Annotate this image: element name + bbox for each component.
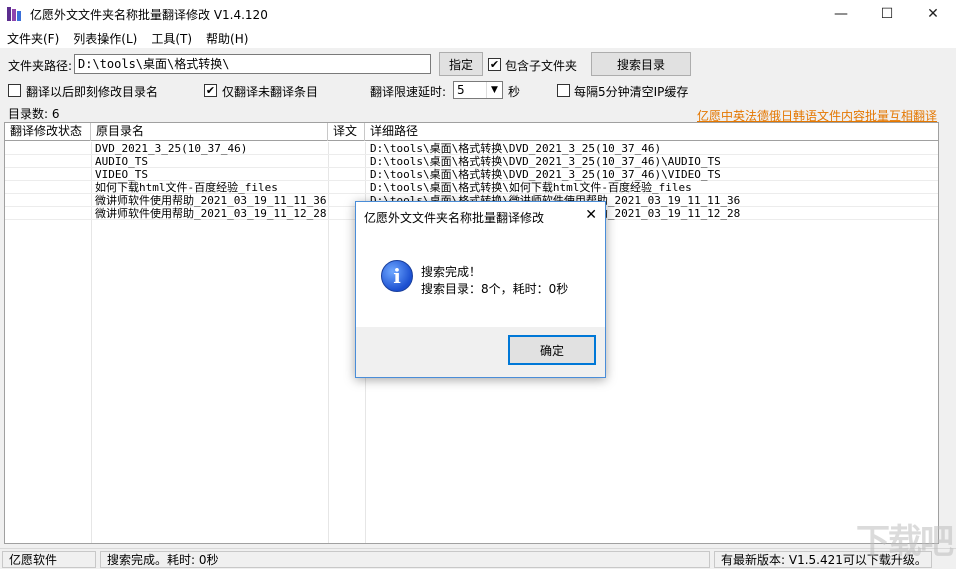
cell-status bbox=[9, 155, 89, 168]
delay-select[interactable]: 5 ▼ bbox=[453, 81, 503, 99]
only-untranslated-checkbox[interactable]: ✔ bbox=[204, 84, 217, 97]
table-row[interactable]: DVD_2021_3_25(10_37_46) D:\tools\桌面\格式转换… bbox=[5, 142, 938, 155]
title-bar: 亿愿外文文件夹名称批量翻译修改 V1.4.120 — ☐ ✕ bbox=[0, 0, 956, 28]
specify-button[interactable]: 指定 bbox=[439, 52, 483, 76]
dialog-message-line2: 搜索目录：8个，耗时：0秒 bbox=[421, 282, 569, 296]
ok-button[interactable]: 确定 bbox=[508, 335, 596, 365]
cell-status bbox=[9, 194, 89, 207]
cell-status bbox=[9, 168, 89, 181]
rename-after-checkbox[interactable] bbox=[8, 84, 21, 97]
cell-translation bbox=[332, 142, 364, 155]
window-title: 亿愿外文文件夹名称批量翻译修改 V1.4.120 bbox=[30, 7, 268, 22]
header-status[interactable]: 翻译修改状态 bbox=[5, 123, 91, 141]
status-bar: 亿愿软件 搜索完成。耗时: 0秒 有最新版本: V1.5.421可以下载升级。 bbox=[0, 548, 956, 569]
cell-name: 微讲师软件使用帮助_2021_03_19_11_12_28 bbox=[95, 207, 327, 220]
cell-translation bbox=[332, 181, 364, 194]
menu-bar: 文件夹(F) 列表操作(L) 工具(T) 帮助(H) bbox=[0, 28, 956, 48]
folder-path-input[interactable]: D:\tools\桌面\格式转换\ bbox=[74, 54, 431, 74]
delay-value: 5 bbox=[457, 83, 465, 97]
folder-path-label: 文件夹路径: bbox=[8, 59, 73, 73]
menu-folder[interactable]: 文件夹(F) bbox=[0, 30, 66, 47]
cell-status bbox=[9, 181, 89, 194]
cell-path: D:\tools\桌面\格式转换\如何下载html文件-百度经验_files bbox=[370, 181, 692, 194]
table-row[interactable]: AUDIO_TS D:\tools\桌面\格式转换\DVD_2021_3_25(… bbox=[5, 155, 938, 168]
clear-ip-label: 每隔5分钟清空IP缓存 bbox=[574, 85, 689, 99]
search-directory-button[interactable]: 搜索目录 bbox=[591, 52, 691, 76]
delay-unit: 秒 bbox=[508, 85, 521, 99]
cell-translation bbox=[332, 168, 364, 181]
cell-status bbox=[9, 207, 89, 220]
cell-name: DVD_2021_3_25(10_37_46) bbox=[95, 142, 248, 155]
close-button[interactable]: ✕ bbox=[910, 0, 956, 28]
cell-name: AUDIO_TS bbox=[95, 155, 148, 168]
info-icon: i bbox=[381, 260, 413, 292]
clear-ip-checkbox[interactable] bbox=[557, 84, 570, 97]
maximize-button[interactable]: ☐ bbox=[864, 0, 910, 28]
header-original-name[interactable]: 原目录名 bbox=[91, 123, 328, 141]
dialog-message-line1: 搜索完成！ bbox=[421, 265, 482, 279]
include-subfolders-checkbox[interactable]: ✔ bbox=[488, 58, 501, 71]
menu-list-ops[interactable]: 列表操作(L) bbox=[66, 30, 144, 47]
minimize-button[interactable]: — bbox=[818, 0, 864, 28]
header-path[interactable]: 详细路径 bbox=[365, 123, 938, 141]
table-header: 翻译修改状态 原目录名 译文 详细路径 bbox=[5, 123, 938, 141]
cell-path: D:\tools\桌面\格式转换\DVD_2021_3_25(10_37_46)… bbox=[370, 168, 721, 181]
only-untranslated-label: 仅翻译未翻译条目 bbox=[222, 85, 319, 99]
include-subfolders-label: 包含子文件夹 bbox=[505, 59, 578, 73]
directory-count: 目录数: 6 bbox=[8, 107, 60, 121]
vertical-scrollbar[interactable] bbox=[939, 122, 956, 544]
cell-path: D:\tools\桌面\格式转换\DVD_2021_3_25(10_37_46)… bbox=[370, 155, 721, 168]
delay-label: 翻译限速延时: bbox=[370, 85, 447, 99]
cell-name: 如何下载html文件-百度经验_files bbox=[95, 181, 278, 194]
status-company: 亿愿软件 bbox=[2, 551, 96, 568]
message-dialog: 亿愿外文文件夹名称批量翻译修改 ✕ i 搜索完成！ 搜索目录：8个，耗时：0秒 … bbox=[355, 201, 606, 378]
cell-name: 微讲师软件使用帮助_2021_03_19_11_11_36 bbox=[95, 194, 327, 207]
header-translation[interactable]: 译文 bbox=[328, 123, 365, 141]
cell-name: VIDEO_TS bbox=[95, 168, 148, 181]
cell-translation bbox=[332, 155, 364, 168]
menu-tools[interactable]: 工具(T) bbox=[144, 30, 199, 47]
menu-help[interactable]: 帮助(H) bbox=[199, 30, 255, 47]
rename-after-label: 翻译以后即刻修改目录名 bbox=[26, 85, 159, 99]
cell-status bbox=[9, 142, 89, 155]
dialog-title-bar: 亿愿外文文件夹名称批量翻译修改 ✕ bbox=[356, 202, 605, 230]
app-icon bbox=[6, 6, 22, 22]
table-row[interactable]: VIDEO_TS D:\tools\桌面\格式转换\DVD_2021_3_25(… bbox=[5, 168, 938, 181]
dialog-body: i 搜索完成！ 搜索目录：8个，耗时：0秒 bbox=[356, 230, 605, 327]
table-row[interactable]: 如何下载html文件-百度经验_files D:\tools\桌面\格式转换\如… bbox=[5, 181, 938, 194]
chevron-down-icon[interactable]: ▼ bbox=[486, 82, 502, 98]
dialog-close-icon[interactable]: ✕ bbox=[585, 207, 597, 223]
watermark-logo: 下载吧 bbox=[856, 522, 954, 562]
status-message: 搜索完成。耗时: 0秒 bbox=[100, 551, 710, 568]
dialog-title: 亿愿外文文件夹名称批量翻译修改 bbox=[364, 211, 545, 225]
cell-path: D:\tools\桌面\格式转换\DVD_2021_3_25(10_37_46) bbox=[370, 142, 662, 155]
